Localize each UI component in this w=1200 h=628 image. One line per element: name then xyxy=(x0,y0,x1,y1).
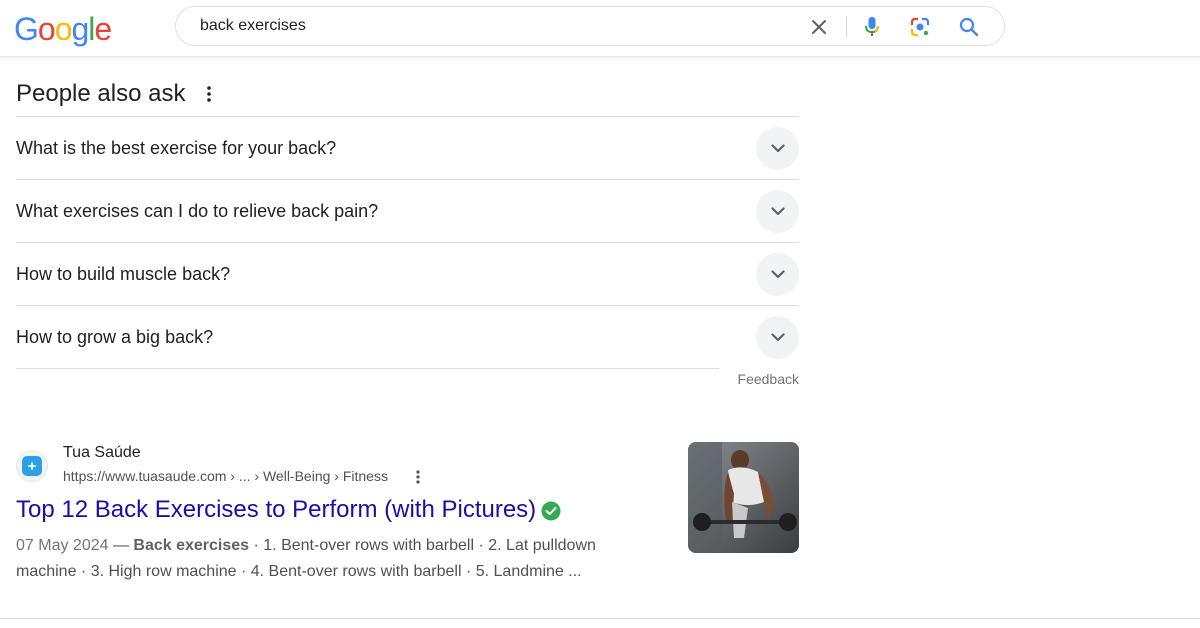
result-thumbnail[interactable] xyxy=(688,442,799,553)
date-separator: — xyxy=(108,537,134,554)
people-also-ask: People also ask What is the best exercis… xyxy=(16,72,799,387)
paa-question[interactable]: What is the best exercise for your back? xyxy=(16,116,799,179)
paa-question-text: What is the best exercise for your back? xyxy=(16,137,337,158)
verified-check-icon xyxy=(541,501,561,521)
paa-question[interactable]: What exercises can I do to relieve back … xyxy=(16,179,799,242)
feedback-link[interactable]: Feedback xyxy=(738,371,799,387)
search-divider xyxy=(846,16,847,38)
paa-header: People also ask xyxy=(16,72,799,116)
logo-letter: G xyxy=(14,11,39,47)
snippet-text: · 1. Bent-over rows with barbell · 2. La… xyxy=(249,537,596,554)
paa-title: People also ask xyxy=(16,80,186,107)
paa-divider xyxy=(16,368,719,369)
result-snippet: 07 May 2024 — Back exercises · 1. Bent-o… xyxy=(16,533,656,585)
search-input[interactable] xyxy=(200,15,780,37)
chevron-down-icon[interactable] xyxy=(756,127,799,170)
search-icon[interactable] xyxy=(957,15,981,39)
logo-letter: e xyxy=(94,11,112,47)
result-title-link[interactable]: Top 12 Back Exercises to Perform (with P… xyxy=(16,496,536,524)
bottom-divider xyxy=(0,618,1200,619)
paa-question-text: How to build muscle back? xyxy=(16,263,231,284)
site-url[interactable]: https://www.tuasaude.com › ... › Well-Be… xyxy=(63,468,388,484)
chevron-down-icon[interactable] xyxy=(756,316,799,359)
paa-question-text: What exercises can I do to relieve back … xyxy=(16,200,379,221)
paa-question[interactable]: How to grow a big back? xyxy=(16,305,799,368)
paa-question-text: How to grow a big back? xyxy=(16,326,214,347)
google-logo[interactable]: Google xyxy=(14,9,112,49)
site-favicon[interactable]: + xyxy=(16,450,48,482)
microphone-icon[interactable] xyxy=(860,15,884,39)
more-vert-icon[interactable] xyxy=(412,468,424,486)
chevron-down-icon[interactable] xyxy=(756,253,799,296)
chevron-down-icon[interactable] xyxy=(756,190,799,233)
snippet-text: machine · 3. High row machine · 4. Bent-… xyxy=(16,563,582,580)
paa-question[interactable]: How to build muscle back? xyxy=(16,242,799,305)
more-vert-icon[interactable] xyxy=(203,82,215,106)
close-icon[interactable] xyxy=(807,15,831,39)
logo-letter: g xyxy=(71,11,89,47)
site-name[interactable]: Tua Saúde xyxy=(63,444,141,462)
top-bar: Google xyxy=(0,0,1200,57)
logo-letter: o xyxy=(37,11,56,47)
google-lens-icon[interactable] xyxy=(908,15,932,39)
logo-letter: o xyxy=(54,11,73,47)
plus-icon: + xyxy=(22,456,42,476)
search-box xyxy=(175,6,1005,46)
result-date: 07 May 2024 xyxy=(16,537,109,554)
snippet-bold: Back exercises xyxy=(133,537,250,554)
